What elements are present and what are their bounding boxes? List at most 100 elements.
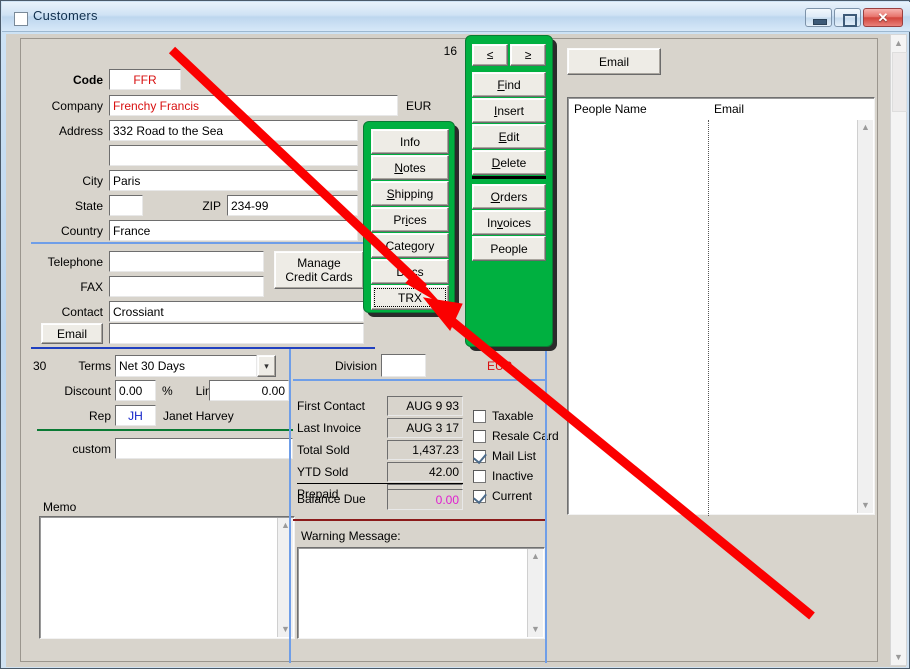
manage-credit-cards-button[interactable]: Manage Credit Cards bbox=[274, 251, 364, 289]
divider-terms-custom bbox=[37, 429, 293, 431]
window-scroll-up-icon[interactable]: ▲ bbox=[891, 35, 906, 51]
limit-input[interactable] bbox=[209, 380, 289, 401]
contact-input[interactable] bbox=[109, 301, 364, 322]
checkbox-resale-card[interactable]: Resale Card bbox=[473, 429, 561, 446]
currency-mid-label: EUR bbox=[487, 359, 513, 373]
checkbox-taxable[interactable]: Taxable bbox=[473, 409, 561, 426]
prev-record-button[interactable]: ≤ bbox=[472, 44, 508, 66]
custom-input[interactable] bbox=[115, 438, 293, 459]
state-label: State bbox=[74, 199, 103, 213]
checkbox-box bbox=[473, 430, 486, 443]
tab-button-docs[interactable]: Docs bbox=[371, 259, 449, 284]
memo-box[interactable]: ▲ ▼ bbox=[39, 516, 295, 639]
divider-vertical-left bbox=[289, 349, 291, 663]
minimize-icon bbox=[813, 19, 827, 25]
contact-label: Contact bbox=[61, 305, 103, 319]
division-input[interactable] bbox=[381, 354, 426, 377]
window-title: Customers bbox=[33, 8, 98, 23]
checkbox-box bbox=[473, 410, 486, 423]
city-label: City bbox=[82, 174, 103, 188]
people-list[interactable]: People Name Email ▲ ▼ bbox=[567, 97, 875, 516]
people-scroll-up-icon[interactable]: ▲ bbox=[858, 120, 873, 135]
checkbox-label: Current bbox=[492, 489, 533, 503]
checkbox-label: Mail List bbox=[492, 449, 537, 463]
telephone-label: Telephone bbox=[47, 255, 103, 269]
tab-button-notes[interactable]: Notes bbox=[371, 155, 449, 180]
telephone-input[interactable] bbox=[109, 251, 264, 272]
tab-button-group: Info Notes Shipping Pr i ces Category Docs TRX bbox=[363, 121, 455, 313]
currency-top-label: EUR bbox=[406, 99, 432, 113]
window-icon bbox=[14, 12, 28, 26]
terms-label: Terms bbox=[78, 359, 111, 373]
maximize-button[interactable] bbox=[834, 8, 861, 27]
action-button-delete[interactable]: Delete bbox=[472, 150, 546, 175]
warning-scroll-down-icon[interactable]: ▼ bbox=[528, 622, 543, 637]
action-button-insert[interactable]: Insert bbox=[472, 98, 546, 123]
next-record-button[interactable]: ≥ bbox=[510, 44, 546, 66]
people-scroll-down-icon[interactable]: ▼ bbox=[858, 498, 873, 513]
city-input[interactable] bbox=[109, 170, 358, 191]
checkbox-label: Resale Card bbox=[492, 429, 559, 443]
customer-form-panel: 16 Code Company EUR Address City State Z… bbox=[20, 35, 878, 663]
divider-vertical-right bbox=[545, 349, 547, 663]
divider-warning bbox=[293, 519, 545, 521]
discount-input[interactable] bbox=[115, 380, 156, 401]
check-icon bbox=[473, 489, 487, 505]
fax-label: FAX bbox=[80, 280, 103, 294]
code-input[interactable] bbox=[109, 69, 181, 90]
application-window: Customers ✕ 16 Code Company EUR Address bbox=[0, 0, 910, 669]
check-icon bbox=[473, 449, 487, 465]
rep-name-label: Janet Harvey bbox=[163, 409, 234, 423]
people-email-button[interactable]: Email bbox=[567, 48, 661, 75]
title-bar: Customers ✕ bbox=[2, 2, 910, 32]
related-button-orders[interactable]: Orders bbox=[472, 184, 546, 209]
people-list-scrollbar[interactable]: ▲ ▼ bbox=[857, 120, 873, 513]
terms-select[interactable] bbox=[115, 355, 257, 377]
divider-balance bbox=[297, 483, 463, 484]
warning-scroll-up-icon[interactable]: ▲ bbox=[528, 549, 543, 564]
related-button-people[interactable]: People bbox=[472, 236, 546, 261]
checkbox-current[interactable]: Current bbox=[473, 489, 561, 506]
tab-button-prices[interactable]: Pr i ces bbox=[371, 207, 449, 232]
checkbox-mail-list[interactable]: Mail List bbox=[473, 449, 561, 466]
nav-button-group: ≤ ≥ Find Insert Edit Delete Orders In v oices P… bbox=[465, 35, 553, 347]
window-scroll-down-icon[interactable]: ▼ bbox=[891, 649, 906, 665]
minimize-button[interactable] bbox=[805, 8, 832, 27]
zip-input[interactable] bbox=[227, 195, 358, 216]
tab-button-trx[interactable]: TRX bbox=[371, 285, 449, 310]
tab-button-shipping[interactable]: Shipping bbox=[371, 181, 449, 206]
people-column-divider bbox=[708, 120, 709, 516]
company-label: Company bbox=[51, 99, 103, 113]
terms-dropdown-arrow[interactable]: ▾ bbox=[257, 355, 276, 377]
action-button-edit[interactable]: Edit bbox=[472, 124, 546, 149]
address-label: Address bbox=[58, 124, 103, 138]
email-button[interactable]: Email bbox=[41, 323, 103, 344]
window-scroll-thumb[interactable] bbox=[892, 52, 907, 112]
checkbox-label: Taxable bbox=[492, 409, 534, 423]
tab-button-category[interactable]: Category bbox=[371, 233, 449, 258]
tab-button-info[interactable]: Info bbox=[371, 129, 449, 154]
warning-message-box[interactable]: ▲ ▼ bbox=[297, 547, 545, 639]
warning-message-label: Warning Message: bbox=[301, 529, 401, 543]
summary-value-0 bbox=[387, 396, 463, 416]
rep-code-input[interactable] bbox=[115, 405, 156, 426]
fax-input[interactable] bbox=[109, 276, 264, 297]
checkbox-inactive[interactable]: Inactive bbox=[473, 469, 561, 486]
warning-scrollbar[interactable]: ▲ ▼ bbox=[527, 549, 543, 637]
checkbox-box bbox=[473, 449, 487, 465]
address-line2-input[interactable] bbox=[109, 145, 358, 166]
related-button-invoices[interactable]: In v oices bbox=[472, 210, 546, 235]
country-input[interactable] bbox=[109, 220, 358, 241]
state-input[interactable] bbox=[109, 195, 143, 216]
balance-due-value bbox=[387, 489, 463, 510]
divider-division-summary bbox=[293, 379, 545, 381]
window-scrollbar[interactable]: ▲ ▼ bbox=[890, 34, 907, 666]
address-line1-input[interactable] bbox=[109, 120, 358, 141]
record-count: 16 bbox=[443, 44, 457, 58]
terms-days-label: 30 bbox=[33, 359, 47, 373]
email-input[interactable] bbox=[109, 323, 364, 344]
action-button-find[interactable]: Find bbox=[472, 72, 546, 97]
company-input[interactable] bbox=[109, 95, 398, 116]
people-col-email: Email bbox=[714, 102, 745, 116]
close-button[interactable]: ✕ bbox=[863, 8, 903, 27]
